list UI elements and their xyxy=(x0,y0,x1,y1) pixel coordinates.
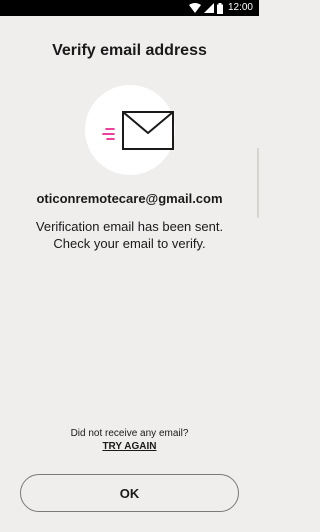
page-title: Verify email address xyxy=(52,42,207,59)
message-line-2: Check your email to verify. xyxy=(53,236,206,251)
no-email-text: Did not receive any email? xyxy=(70,428,189,439)
edge-handle xyxy=(257,148,259,218)
status-icons: 12:00 xyxy=(188,2,253,14)
battery-icon xyxy=(216,2,223,14)
status-bar: 12:00 xyxy=(0,0,259,16)
signal-icon xyxy=(203,3,214,13)
status-time: 12:00 xyxy=(227,2,253,13)
envelope-illustration xyxy=(85,85,175,175)
email-address: oticonremotecare@gmail.com xyxy=(36,191,223,206)
wifi-icon xyxy=(188,3,201,13)
try-again-link[interactable]: TRY AGAIN xyxy=(0,441,259,452)
ok-button[interactable]: OK xyxy=(20,474,239,512)
envelope-icon xyxy=(102,111,174,150)
verification-message: Verification email has been sent. Check … xyxy=(20,218,239,252)
message-line-1: Verification email has been sent. xyxy=(35,219,224,234)
